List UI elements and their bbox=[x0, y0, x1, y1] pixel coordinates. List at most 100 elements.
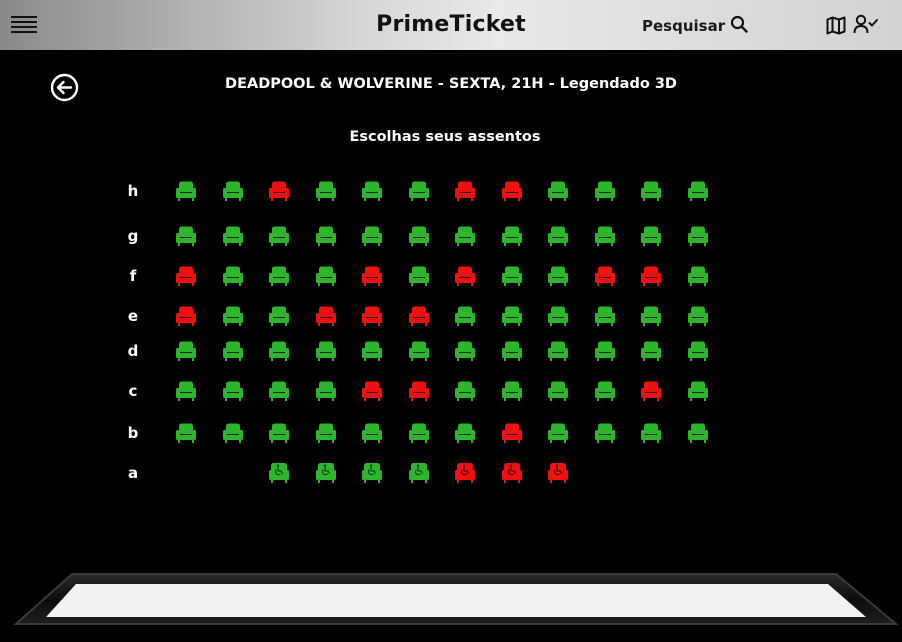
seat-c5-occupied bbox=[361, 380, 383, 402]
seat-icon bbox=[269, 423, 289, 443]
seat-c4-available[interactable] bbox=[315, 380, 337, 402]
seat-f10-occupied bbox=[594, 265, 616, 287]
seat-e2-available[interactable] bbox=[222, 305, 244, 327]
seat-c2-available[interactable] bbox=[222, 380, 244, 402]
seat-g7-available[interactable] bbox=[454, 225, 476, 247]
seat-d4-available[interactable] bbox=[315, 340, 337, 362]
seat-icon bbox=[362, 423, 382, 443]
wheelchair-seat-a6-available[interactable] bbox=[408, 462, 430, 484]
seat-g1-available[interactable] bbox=[175, 225, 197, 247]
wheelchair-seat-a5-available[interactable] bbox=[361, 462, 383, 484]
seat-icon bbox=[176, 181, 196, 201]
seat-g5-available[interactable] bbox=[361, 225, 383, 247]
seat-b7-available[interactable] bbox=[454, 422, 476, 444]
seat-b11-available[interactable] bbox=[640, 422, 662, 444]
seat-h2-available[interactable] bbox=[222, 180, 244, 202]
seat-d8-available[interactable] bbox=[501, 340, 523, 362]
seat-icon bbox=[222, 341, 243, 361]
seat-b12-available[interactable] bbox=[687, 422, 709, 444]
seat-d12-available[interactable] bbox=[687, 340, 709, 362]
seat-f12-available[interactable] bbox=[687, 265, 709, 287]
seat-icon bbox=[548, 423, 568, 443]
seat-b10-available[interactable] bbox=[594, 422, 616, 444]
map-icon[interactable] bbox=[826, 16, 846, 39]
seat-g12-available[interactable] bbox=[687, 225, 709, 247]
menu-icon[interactable] bbox=[11, 16, 37, 36]
seat-d6-available[interactable] bbox=[408, 340, 430, 362]
seat-g3-available[interactable] bbox=[268, 225, 290, 247]
seat-g4-available[interactable] bbox=[315, 225, 337, 247]
seat-icon bbox=[315, 226, 336, 246]
seat-h5-available[interactable] bbox=[361, 180, 383, 202]
seat-g10-available[interactable] bbox=[594, 225, 616, 247]
wheelchair-seat-a4-available[interactable] bbox=[315, 462, 337, 484]
seat-g8-available[interactable] bbox=[501, 225, 523, 247]
seat-f6-available[interactable] bbox=[408, 265, 430, 287]
seat-h9-available[interactable] bbox=[547, 180, 569, 202]
seat-f8-available[interactable] bbox=[501, 265, 523, 287]
seat-f11-occupied bbox=[640, 265, 662, 287]
seat-e11-available[interactable] bbox=[640, 305, 662, 327]
seat-c7-available[interactable] bbox=[454, 380, 476, 402]
seat-e7-available[interactable] bbox=[454, 305, 476, 327]
row-label-h: h bbox=[127, 182, 139, 200]
seat-icon bbox=[548, 381, 568, 401]
seat-icon bbox=[687, 306, 708, 326]
seat-c9-available[interactable] bbox=[547, 380, 569, 402]
wheelchair-seat-icon bbox=[408, 463, 429, 483]
seat-b5-available[interactable] bbox=[361, 422, 383, 444]
wheelchair-seat-a3-available[interactable] bbox=[268, 462, 290, 484]
wheelchair-seat-icon bbox=[501, 463, 522, 483]
seat-f9-available[interactable] bbox=[547, 265, 569, 287]
seat-c10-available[interactable] bbox=[594, 380, 616, 402]
seat-icon bbox=[315, 306, 336, 326]
seat-d3-available[interactable] bbox=[268, 340, 290, 362]
wheelchair-seat-icon bbox=[269, 463, 289, 483]
search-label: Pesquisar bbox=[642, 17, 726, 35]
seat-e3-available[interactable] bbox=[268, 305, 290, 327]
seat-icon bbox=[222, 181, 243, 201]
seat-e8-available[interactable] bbox=[501, 305, 523, 327]
seat-f3-available[interactable] bbox=[268, 265, 290, 287]
seat-h11-available[interactable] bbox=[640, 180, 662, 202]
seat-d2-available[interactable] bbox=[222, 340, 244, 362]
seat-d10-available[interactable] bbox=[594, 340, 616, 362]
seat-b2-available[interactable] bbox=[222, 422, 244, 444]
search-button[interactable]: Pesquisar bbox=[642, 15, 748, 37]
seat-h6-available[interactable] bbox=[408, 180, 430, 202]
seat-c1-available[interactable] bbox=[175, 380, 197, 402]
seat-h1-available[interactable] bbox=[175, 180, 197, 202]
seat-h12-available[interactable] bbox=[687, 180, 709, 202]
seat-f4-available[interactable] bbox=[315, 265, 337, 287]
seat-d9-available[interactable] bbox=[547, 340, 569, 362]
seat-icon bbox=[455, 266, 475, 286]
seat-icon bbox=[176, 266, 196, 286]
seat-d11-available[interactable] bbox=[640, 340, 662, 362]
seat-h4-available[interactable] bbox=[315, 180, 337, 202]
seat-icon bbox=[315, 181, 336, 201]
seat-c8-available[interactable] bbox=[501, 380, 523, 402]
seat-b9-available[interactable] bbox=[547, 422, 569, 444]
seat-icon bbox=[594, 423, 615, 443]
seat-g9-available[interactable] bbox=[547, 225, 569, 247]
seat-g2-available[interactable] bbox=[222, 225, 244, 247]
seat-b3-available[interactable] bbox=[268, 422, 290, 444]
seat-e12-available[interactable] bbox=[687, 305, 709, 327]
seat-c3-available[interactable] bbox=[268, 380, 290, 402]
seat-e10-available[interactable] bbox=[594, 305, 616, 327]
seat-g6-available[interactable] bbox=[408, 225, 430, 247]
seat-b6-available[interactable] bbox=[408, 422, 430, 444]
seat-c12-available[interactable] bbox=[687, 380, 709, 402]
seat-icon bbox=[455, 181, 475, 201]
user-check-icon[interactable] bbox=[853, 14, 879, 40]
seat-icon bbox=[408, 423, 429, 443]
seat-d1-available[interactable] bbox=[175, 340, 197, 362]
seat-f2-available[interactable] bbox=[222, 265, 244, 287]
seat-b1-available[interactable] bbox=[175, 422, 197, 444]
seat-d7-available[interactable] bbox=[454, 340, 476, 362]
seat-b4-available[interactable] bbox=[315, 422, 337, 444]
seat-h10-available[interactable] bbox=[594, 180, 616, 202]
seat-g11-available[interactable] bbox=[640, 225, 662, 247]
seat-d5-available[interactable] bbox=[361, 340, 383, 362]
seat-e9-available[interactable] bbox=[547, 305, 569, 327]
